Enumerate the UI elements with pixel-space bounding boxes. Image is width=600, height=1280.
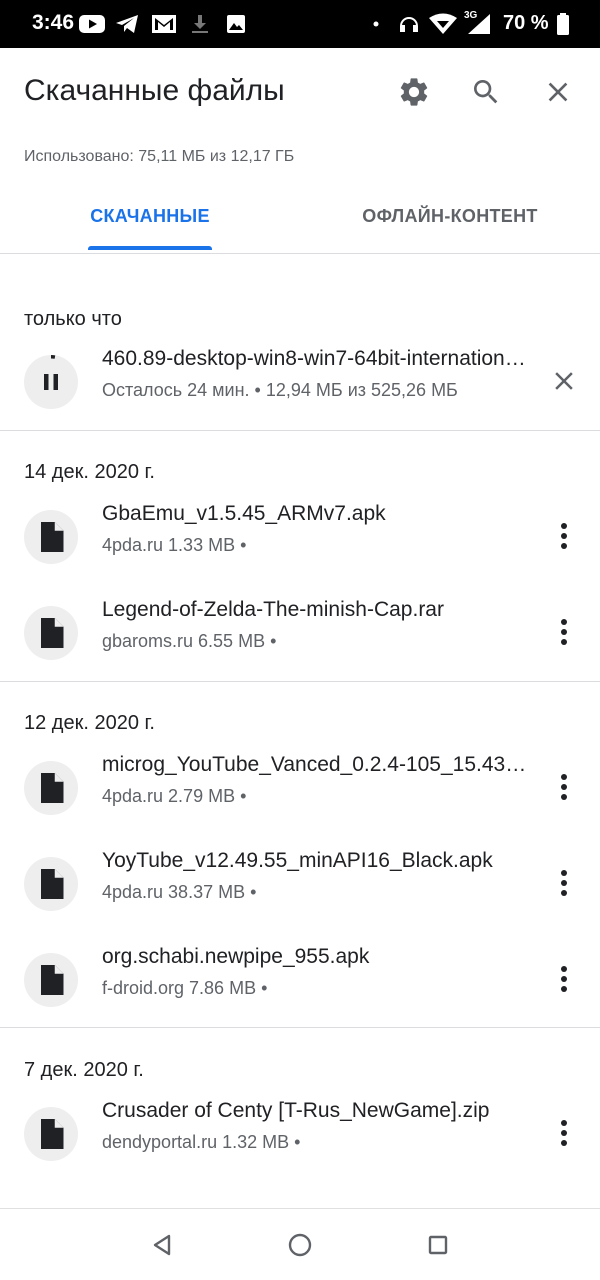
more-vert-icon (561, 774, 567, 800)
file-meta: 4pda.ru 1.33 MB • (102, 535, 247, 555)
more-vert-icon (561, 966, 567, 992)
more-vert-icon (561, 523, 567, 549)
file-type-badge (24, 1107, 78, 1161)
more-options-button[interactable] (540, 763, 588, 811)
close-icon (555, 372, 573, 390)
search-icon (474, 80, 498, 104)
download-item[interactable]: microg_YouTube_Vanced_0.2.4-105_15.43.32… (0, 739, 600, 835)
storage-usage: Использовано: 75,11 МБ из 12,17 ГБ (24, 148, 295, 165)
more-options-button[interactable] (540, 608, 588, 656)
file-name: GbaEmu_v1.5.45_ARMv7.apk (102, 502, 386, 525)
file-meta: gbaroms.ru 6.55 MB • (102, 631, 277, 651)
app-header: Скачанные файлы (0, 48, 600, 138)
file-type-badge (24, 857, 78, 911)
file-meta: f-droid.org 7.86 MB • (102, 978, 268, 998)
active-tab-indicator (88, 246, 212, 250)
tab-bar: СКАЧАННЫЕ ОФЛАЙН-КОНТЕНТ (0, 180, 600, 254)
section-header-date: 7 дек. 2020 г. (24, 1059, 144, 1081)
telegram-icon (116, 15, 138, 33)
file-icon (41, 773, 64, 803)
divider (0, 681, 600, 682)
signal-icon (468, 14, 490, 34)
more-vert-icon (561, 1120, 567, 1146)
download-item[interactable]: YoyTube_v12.49.55_minAPI16_Black.apk 4pd… (0, 835, 600, 931)
tab-downloads[interactable]: СКАЧАННЫЕ (0, 180, 300, 253)
back-button[interactable] (138, 1221, 186, 1269)
file-meta: Осталось 24 мин. • 12,94 МБ из 525,26 МБ (102, 380, 458, 400)
file-name: Crusader of Centy [T-Rus_NewGame].zip (102, 1099, 490, 1122)
search-button[interactable] (462, 68, 510, 116)
settings-button[interactable] (390, 68, 438, 116)
close-icon (548, 82, 568, 102)
close-button[interactable] (534, 68, 582, 116)
image-icon (227, 15, 245, 33)
tab-offline-content[interactable]: ОФЛАЙН-КОНТЕНТ (300, 180, 600, 253)
more-options-button[interactable] (540, 1109, 588, 1157)
download-item[interactable]: Crusader of Centy [T-Rus_NewGame].zip de… (0, 1085, 600, 1181)
system-nav-bar (0, 1208, 600, 1280)
download-item[interactable]: org.schabi.newpipe_955.apk f-droid.org 7… (0, 931, 600, 1027)
file-meta: 4pda.ru 2.79 MB • (102, 786, 247, 806)
gmail-icon (152, 15, 176, 33)
battery-icon (557, 13, 569, 35)
divider (0, 1027, 600, 1028)
battery-percent: 70 % (503, 12, 549, 34)
file-name: YoyTube_v12.49.55_minAPI16_Black.apk (102, 849, 493, 872)
file-type-badge (24, 761, 78, 815)
headset-icon (400, 17, 418, 32)
file-name: org.schabi.newpipe_955.apk (102, 945, 370, 968)
more-vert-icon (561, 870, 567, 896)
download-icon (192, 15, 208, 33)
recents-square-icon (428, 1235, 448, 1255)
back-triangle-icon (153, 1234, 171, 1256)
more-vert-icon (561, 619, 567, 645)
divider (0, 430, 600, 431)
file-name: microg_YouTube_Vanced_0.2.4-105_15.43.32… (102, 753, 528, 776)
download-progress-ring (50, 355, 56, 359)
download-item[interactable]: Legend-of-Zelda-The-minish-Cap.rar gbaro… (0, 584, 600, 680)
file-type-badge (24, 606, 78, 660)
home-button[interactable] (276, 1221, 324, 1269)
youtube-icon (79, 15, 105, 33)
section-header-date: 12 дек. 2020 г. (24, 712, 155, 734)
download-item-in-progress[interactable]: 460.89-desktop-win8-win7-64bit-internati… (0, 333, 600, 429)
home-circle-icon (288, 1233, 312, 1257)
more-options-button[interactable] (540, 859, 588, 907)
gear-icon (400, 78, 428, 106)
file-type-badge (24, 953, 78, 1007)
status-bar: 3:46 3G 70 % (0, 0, 600, 48)
file-name: Legend-of-Zelda-The-minish-Cap.rar (102, 598, 444, 621)
file-icon (41, 618, 64, 648)
more-options-button[interactable] (540, 512, 588, 560)
more-options-button[interactable] (540, 955, 588, 1003)
file-name: 460.89-desktop-win8-win7-64bit-internati… (102, 347, 528, 370)
section-header-date: 14 дек. 2020 г. (24, 461, 155, 483)
file-icon (41, 522, 64, 552)
file-meta: dendyportal.ru 1.32 MB • (102, 1132, 301, 1152)
file-type-badge (24, 510, 78, 564)
recents-button[interactable] (414, 1221, 462, 1269)
file-icon (41, 965, 64, 995)
wifi-icon (429, 13, 457, 34)
cancel-download-button[interactable] (540, 357, 588, 405)
section-header-just-now: только что (24, 308, 122, 330)
file-icon (41, 1119, 64, 1149)
file-icon (41, 869, 64, 899)
dot-icon (373, 21, 379, 27)
file-meta: 4pda.ru 38.37 MB • (102, 882, 257, 902)
page-title: Скачанные файлы (24, 74, 285, 107)
download-item[interactable]: GbaEmu_v1.5.45_ARMv7.apk 4pda.ru 1.33 MB… (0, 488, 600, 584)
status-time: 3:46 (32, 11, 75, 34)
